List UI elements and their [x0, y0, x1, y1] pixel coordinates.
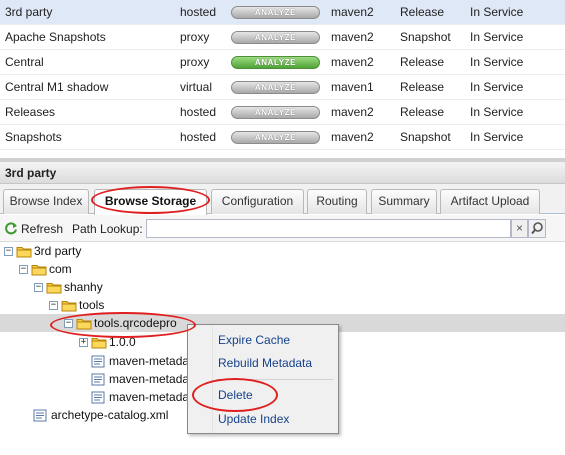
repo-status-cell: In Service	[470, 55, 524, 69]
file-icon	[91, 391, 105, 404]
analyze-button[interactable]: ANALYZE	[231, 81, 320, 94]
repo-type-cell: virtual	[180, 80, 213, 94]
repo-policy-cell: Release	[400, 55, 445, 69]
tab-browse-storage[interactable]: Browse Storage	[94, 189, 207, 215]
repo-name-cell: 3rd party	[5, 5, 53, 19]
repo-format-cell: maven1	[331, 80, 374, 94]
table-row[interactable]: Snapshots hosted maven2 Snapshot In Service A…	[0, 125, 565, 150]
folder-icon	[61, 299, 77, 312]
repo-name-cell: Releases	[5, 105, 56, 119]
menu-separator	[216, 379, 334, 380]
collapse-icon[interactable]: −	[49, 301, 58, 310]
repo-status-cell: In Service	[470, 130, 524, 144]
menu-item-rebuild-metadata[interactable]: Rebuild Metadata	[218, 356, 312, 370]
repo-policy-cell: Snapshot	[400, 130, 451, 144]
table-row[interactable]: Central proxy maven2 Release In Service ANALY…	[0, 50, 565, 75]
path-lookup-label: Path Lookup:	[72, 222, 143, 236]
table-row[interactable]: 3rd party hosted maven2 Release In Service AN…	[0, 0, 565, 25]
tab-routing[interactable]: Routing	[307, 189, 367, 214]
context-menu: Expire Cache Rebuild Metadata Delete Upd…	[187, 324, 339, 434]
repo-type-cell: hosted	[180, 105, 217, 119]
clear-button[interactable]: ×	[511, 219, 528, 238]
tree-node[interactable]: − com	[0, 260, 565, 278]
file-icon	[91, 355, 105, 368]
tree-node[interactable]: − 3rd party	[0, 242, 565, 260]
file-icon	[91, 373, 105, 386]
tree-node-label: 1.0.0	[109, 335, 136, 349]
repo-type-cell: hosted	[180, 130, 217, 144]
repo-name-cell: Central M1 shadow	[5, 80, 109, 94]
folder-icon	[91, 336, 107, 349]
collapse-icon[interactable]: −	[64, 319, 73, 328]
repo-format-cell: maven2	[331, 130, 374, 144]
table-row[interactable]: Central M1 shadow virtual maven1 Release In …	[0, 75, 565, 100]
tree-node[interactable]: − tools	[0, 296, 565, 314]
analyze-button[interactable]: ANALYZE	[231, 6, 320, 19]
menu-icon-gutter	[188, 325, 213, 433]
file-icon	[33, 409, 47, 422]
repo-status-cell: In Service	[470, 30, 524, 44]
repo-policy-cell: Release	[400, 80, 445, 94]
refresh-button[interactable]: Refresh	[21, 222, 63, 236]
tab-artifact-upload[interactable]: Artifact Upload	[440, 189, 540, 214]
analyze-button[interactable]: ANALYZE	[231, 131, 320, 144]
search-button[interactable]	[528, 219, 546, 238]
refresh-icon[interactable]	[4, 221, 18, 235]
repo-format-cell: maven2	[331, 55, 374, 69]
repo-policy-cell: Release	[400, 105, 445, 119]
repo-status-cell: In Service	[470, 105, 524, 119]
repo-status-cell: In Service	[470, 5, 524, 19]
repository-table: 3rd party hosted maven2 Release In Service AN…	[0, 0, 565, 150]
repo-policy-cell: Release	[400, 5, 445, 19]
tab-strip: Browse Index Browse Storage Configuratio…	[0, 184, 565, 215]
folder-icon	[16, 245, 32, 258]
tree-node-label: tools.qrcodepro	[94, 316, 177, 330]
tree-node-label: com	[49, 262, 72, 276]
panel-title: 3rd party	[0, 162, 565, 184]
tab-browse-index[interactable]: Browse Index	[3, 189, 89, 214]
repo-name-cell: Central	[5, 55, 44, 69]
repo-name-cell: Apache Snapshots	[5, 30, 106, 44]
repo-type-cell: hosted	[180, 5, 217, 19]
tree-node-label: archetype-catalog.xml	[51, 408, 169, 422]
analyze-button[interactable]: ANALYZE	[231, 106, 320, 119]
tree-node[interactable]: − shanhy	[0, 278, 565, 296]
repo-type-cell: proxy	[180, 55, 210, 69]
tree-node-label: shanhy	[64, 280, 103, 294]
tab-configuration[interactable]: Configuration	[211, 189, 304, 214]
collapse-icon[interactable]: −	[34, 283, 43, 292]
folder-icon	[76, 317, 92, 330]
repo-type-cell: proxy	[180, 30, 210, 44]
analyze-button[interactable]: ANALYZE	[231, 31, 320, 44]
menu-item-delete[interactable]: Delete	[218, 388, 253, 402]
repo-name-cell: Snapshots	[5, 130, 62, 144]
analyze-button[interactable]: ANALYZE	[231, 56, 320, 69]
table-row[interactable]: Releases hosted maven2 Release In Service ANA…	[0, 100, 565, 125]
repo-format-cell: maven2	[331, 30, 374, 44]
menu-item-update-index[interactable]: Update Index	[218, 412, 289, 426]
table-row[interactable]: Apache Snapshots proxy maven2 Snapshot In Se…	[0, 25, 565, 50]
search-icon	[531, 222, 543, 235]
browse-toolbar: Refresh Path Lookup: ×	[0, 215, 565, 242]
folder-icon	[46, 281, 62, 294]
repo-status-cell: In Service	[470, 80, 524, 94]
collapse-icon[interactable]: −	[4, 247, 13, 256]
collapse-icon[interactable]: −	[19, 265, 28, 274]
tree-node-label: tools	[79, 298, 105, 312]
tree-node-label: 3rd party	[34, 244, 82, 258]
repo-format-cell: maven2	[331, 105, 374, 119]
repo-format-cell: maven2	[331, 5, 374, 19]
tab-summary[interactable]: Summary	[371, 189, 437, 214]
menu-item-expire-cache[interactable]: Expire Cache	[218, 333, 290, 347]
expand-icon[interactable]: +	[79, 338, 88, 347]
path-lookup-input[interactable]	[146, 219, 511, 238]
repo-policy-cell: Snapshot	[400, 30, 451, 44]
folder-icon	[31, 263, 47, 276]
